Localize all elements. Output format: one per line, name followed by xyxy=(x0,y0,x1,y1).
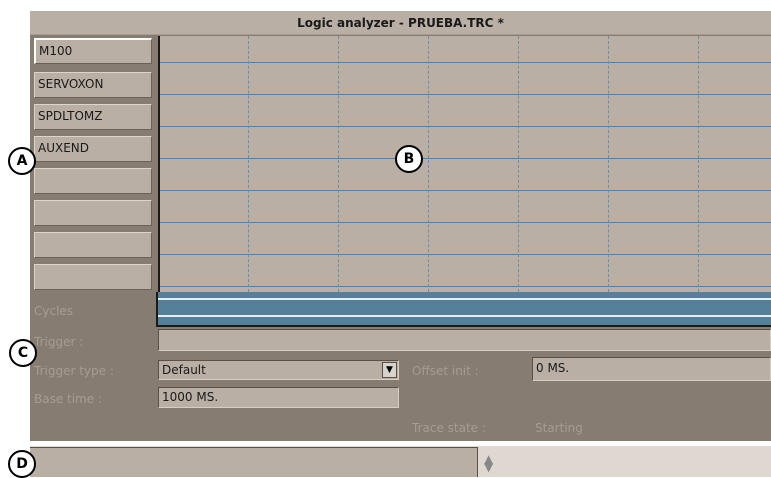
signal-slot-5[interactable] xyxy=(34,168,152,194)
grid-col-line xyxy=(608,36,609,292)
callout-marker-a: A xyxy=(8,147,36,175)
base-time-label: Base time : xyxy=(34,392,103,406)
cycles-label: Cycles xyxy=(34,304,74,318)
chevron-down-icon[interactable]: ▼ xyxy=(382,362,397,378)
trace-state-value: Starting xyxy=(535,421,583,435)
trigger-type-label: Trigger type : xyxy=(34,364,114,378)
signal-slot-8[interactable] xyxy=(34,264,152,290)
window-title: Logic analyzer - PRUEBA.TRC * xyxy=(30,11,771,35)
trigger-type-value: Default xyxy=(162,363,206,377)
grid-row-line xyxy=(160,94,771,95)
offset-init-input[interactable]: 0 MS. xyxy=(532,357,771,381)
grid-row-line xyxy=(160,158,771,159)
grid-col-line xyxy=(248,36,249,292)
signal-slot-3[interactable]: SPDLTOMZ xyxy=(34,104,152,130)
signal-list: M100 SERVOXON SPDLTOMZ AUXEND xyxy=(30,36,158,294)
trigger-input[interactable] xyxy=(158,329,771,351)
base-time-input[interactable]: 1000 MS. xyxy=(158,387,399,408)
grid-row-line xyxy=(160,222,771,223)
trace-plot-area[interactable] xyxy=(158,36,771,292)
signal-slot-6[interactable] xyxy=(34,200,152,226)
offset-init-label: Offset init : xyxy=(412,364,479,378)
grid-col-line xyxy=(698,36,699,292)
signal-slot-1[interactable]: M100 xyxy=(34,38,152,64)
trace-state-label: Trace state : xyxy=(412,421,486,435)
cycles-bar[interactable] xyxy=(156,292,771,327)
grid-col-line xyxy=(428,36,429,292)
cycles-line xyxy=(158,315,771,317)
callout-marker-c: C xyxy=(9,339,37,367)
sort-arrows-icon[interactable]: ▲ ▼ xyxy=(484,453,498,473)
callout-marker-d: D xyxy=(8,450,36,478)
cycles-line xyxy=(158,298,771,300)
grid-row-line xyxy=(160,190,771,191)
status-input[interactable] xyxy=(30,447,478,477)
grid-row-line xyxy=(160,254,771,255)
grid-row-line xyxy=(160,286,771,287)
signal-slot-2[interactable]: SERVOXON xyxy=(34,72,152,98)
trigger-label: Trigger : xyxy=(34,335,84,349)
callout-marker-b: B xyxy=(395,145,423,173)
grid-row-line xyxy=(160,62,771,63)
grid-col-line xyxy=(518,36,519,292)
grid-row-line xyxy=(160,126,771,127)
signal-slot-7[interactable] xyxy=(34,232,152,258)
trigger-type-select[interactable]: Default ▼ xyxy=(158,360,399,380)
signal-slot-4[interactable]: AUXEND xyxy=(34,136,152,162)
grid-col-line xyxy=(338,36,339,292)
